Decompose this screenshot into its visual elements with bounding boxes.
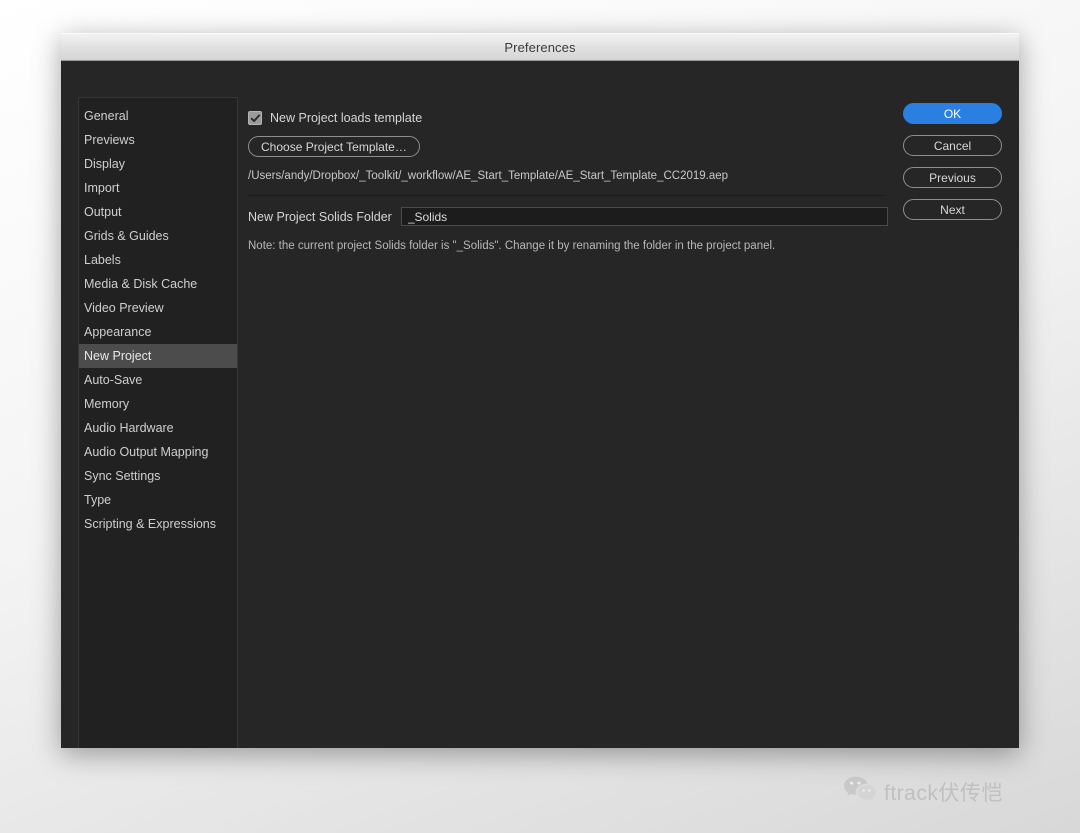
sidebar-item-import[interactable]: Import [79,176,237,200]
sidebar-item-scripting-expressions[interactable]: Scripting & Expressions [79,512,237,536]
watermark: ftrack伏传恺 [843,775,1003,808]
previous-button[interactable]: Previous [903,167,1002,188]
solids-folder-note: Note: the current project Solids folder … [248,240,776,252]
dialog-titlebar: Preferences [61,33,1019,61]
new-project-loads-template-row[interactable]: New Project loads template [248,111,1002,125]
new-project-settings-panel: New Project loads template Choose Projec… [248,97,1002,728]
wechat-icon [843,775,877,808]
preferences-dialog: Preferences General Previews Display Import… [61,33,1019,748]
sidebar-item-memory[interactable]: Memory [79,392,237,416]
sidebar-item-audio-output-mapping[interactable]: Audio Output Mapping [79,440,237,464]
sidebar-item-new-project[interactable]: New Project [79,344,237,368]
sidebar-item-labels[interactable]: Labels [79,248,237,272]
template-path-text: /Users/andy/Dropbox/_Toolkit/_workflow/A… [248,170,729,182]
new-project-loads-template-label: New Project loads template [270,111,423,125]
sidebar-list: General Previews Display Import Output Grids … [79,98,237,536]
sidebar-item-sync-settings[interactable]: Sync Settings [79,464,237,488]
sidebar-item-appearance[interactable]: Appearance [79,320,237,344]
sidebar-item-video-preview[interactable]: Video Preview [79,296,237,320]
dialog-title: Preferences [504,39,576,55]
sidebar-item-audio-hardware[interactable]: Audio Hardware [79,416,237,440]
sidebar-item-type[interactable]: Type [79,488,237,512]
sidebar-item-auto-save[interactable]: Auto-Save [79,368,237,392]
sidebar-item-media-disk-cache[interactable]: Media & Disk Cache [79,272,237,296]
checkbox-icon[interactable] [248,111,262,125]
preferences-category-sidebar[interactable]: General Previews Display Import Output Grids … [78,97,238,748]
solids-folder-input[interactable] [400,207,888,226]
sidebar-item-previews[interactable]: Previews [79,128,237,152]
sidebar-item-grids-guides[interactable]: Grids & Guides [79,224,237,248]
dialog-action-buttons: OK Cancel Previous Next [903,103,1002,220]
choose-template-button-wrap: Choose Project Template… [248,136,1002,157]
section-divider [248,195,885,196]
cancel-button[interactable]: Cancel [903,135,1002,156]
ok-button[interactable]: OK [903,103,1002,124]
solids-folder-label: New Project Solids Folder [248,209,392,224]
dialog-body: General Previews Display Import Output Grids … [61,61,1019,748]
sidebar-item-output[interactable]: Output [79,200,237,224]
choose-project-template-button[interactable]: Choose Project Template… [248,136,420,157]
sidebar-item-general[interactable]: General [79,104,237,128]
solids-folder-row: New Project Solids Folder [248,207,1002,226]
sidebar-item-display[interactable]: Display [79,152,237,176]
watermark-text: ftrack伏传恺 [884,781,1003,805]
next-button[interactable]: Next [903,199,1002,220]
